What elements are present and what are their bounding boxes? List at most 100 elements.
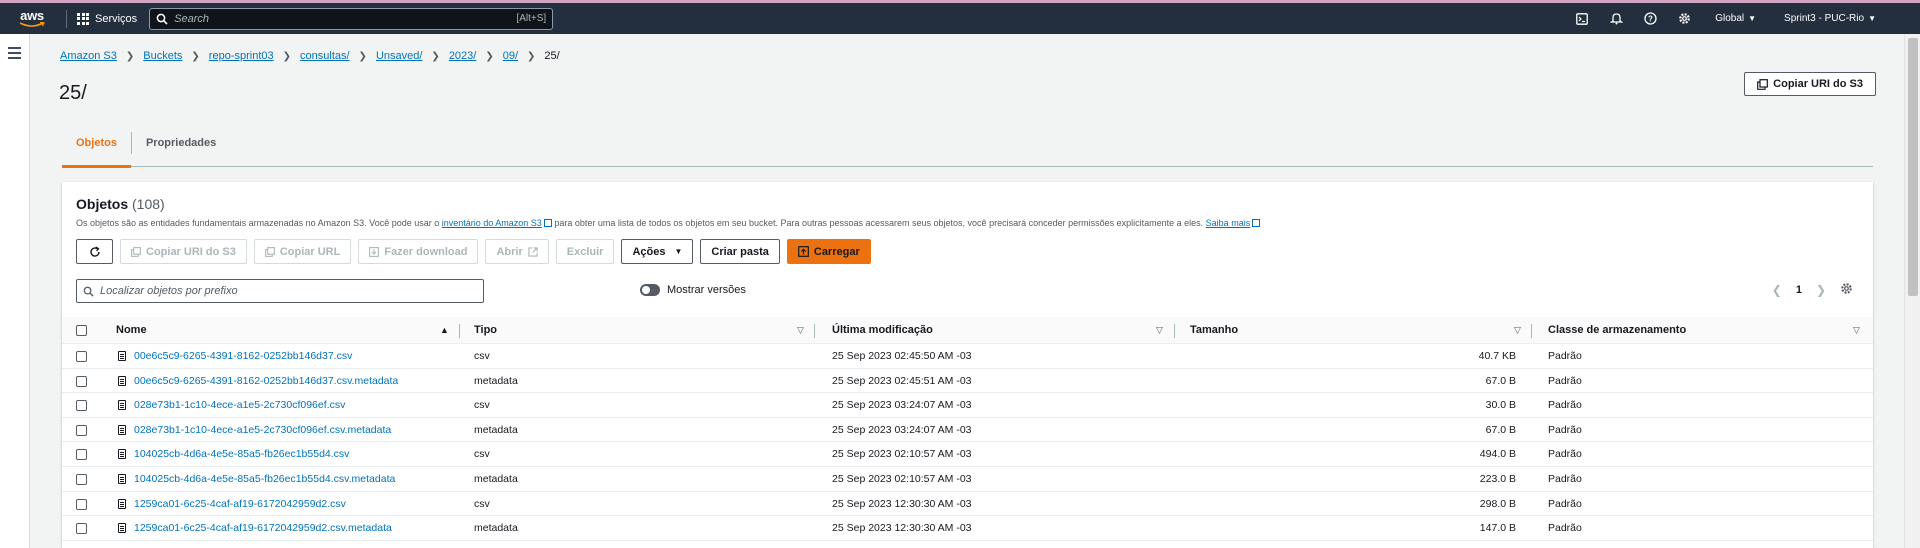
object-size: 223.0 B bbox=[1479, 473, 1516, 485]
table-row[interactable]: 00e6c5c9-6265-4391-8162-0252bb146d37.csv… bbox=[62, 369, 1873, 394]
prefix-search-placeholder: Localizar objetos por prefixo bbox=[100, 285, 238, 297]
column-divider[interactable] bbox=[1531, 324, 1532, 338]
column-header-name[interactable]: Nome bbox=[116, 317, 147, 344]
object-size: 30.0 B bbox=[1485, 399, 1516, 412]
bell-icon[interactable] bbox=[1599, 12, 1633, 25]
breadcrumb-item[interactable]: 09/ bbox=[503, 50, 518, 62]
row-checkbox[interactable] bbox=[76, 400, 87, 412]
smile-icon bbox=[19, 21, 45, 27]
table-row[interactable]: 028e73b1-1c10-4ece-a1e5-2c730cf096ef.csv… bbox=[62, 393, 1873, 418]
create-folder-button[interactable]: Criar pasta bbox=[700, 239, 780, 264]
object-name-link[interactable]: 028e73b1-1c10-4ece-a1e5-2c730cf096ef.csv… bbox=[134, 418, 391, 442]
open-label: Abrir bbox=[496, 245, 523, 258]
object-name-link[interactable]: 1259ca01-6c25-4caf-af19-6172042959d2.csv… bbox=[134, 516, 392, 540]
file-icon bbox=[118, 449, 126, 460]
table-row[interactable]: 1259ca01-6c25-4caf-af19-6172042959d2.csv… bbox=[62, 516, 1873, 541]
sort-icon[interactable]: ▽ bbox=[797, 317, 804, 344]
column-divider[interactable] bbox=[814, 324, 815, 338]
cloudshell-icon[interactable] bbox=[1565, 12, 1599, 25]
object-name-link[interactable]: 028e73b1-1c10-4ece-a1e5-2c730cf096ef.csv bbox=[134, 393, 345, 417]
aws-logo[interactable]: aws bbox=[12, 9, 52, 28]
region-selector[interactable]: Global ▼ bbox=[1701, 13, 1770, 24]
column-header-storage-class[interactable]: Classe de armazenamento bbox=[1548, 317, 1686, 344]
row-checkbox[interactable] bbox=[76, 449, 87, 461]
table-row[interactable]: 104025cb-4d6a-4e5e-85a5-fb26ec1b55d4.csv… bbox=[62, 467, 1873, 492]
open-button[interactable]: Abrir bbox=[485, 239, 549, 264]
page-scrollbar[interactable] bbox=[1904, 34, 1920, 548]
object-name-link[interactable]: 00e6c5c9-6265-4391-8162-0252bb146d37.csv… bbox=[134, 369, 398, 393]
sort-icon[interactable]: ▽ bbox=[1514, 317, 1521, 344]
services-menu[interactable]: Serviços bbox=[77, 12, 138, 25]
object-last-modified: 25 Sep 2023 02:10:57 AM -03 bbox=[832, 448, 972, 461]
row-checkbox[interactable] bbox=[76, 474, 87, 485]
object-type: metadata bbox=[474, 423, 518, 436]
tab-propriedades[interactable]: Propriedades bbox=[132, 128, 230, 167]
page-number[interactable]: 1 bbox=[1796, 284, 1802, 296]
table-row[interactable]: 00e6c5c9-6265-4391-8162-0252bb146d37.csv… bbox=[62, 344, 1873, 369]
object-name-link[interactable]: 00e6c5c9-6265-4391-8162-0252bb146d37.csv bbox=[134, 344, 352, 368]
breadcrumb-item[interactable]: repo-sprint03 bbox=[209, 50, 274, 62]
row-checkbox[interactable] bbox=[76, 424, 87, 436]
sort-icon[interactable]: ▽ bbox=[1156, 317, 1163, 344]
column-header-size[interactable]: Tamanho bbox=[1190, 317, 1238, 344]
learn-more-link[interactable]: Saiba mais bbox=[1206, 218, 1251, 228]
breadcrumb-item[interactable]: 2023/ bbox=[449, 50, 477, 62]
breadcrumb-item[interactable]: Buckets bbox=[143, 50, 182, 62]
menu-icon[interactable] bbox=[8, 47, 21, 62]
column-header-last-modified[interactable]: Última modificação bbox=[832, 317, 933, 344]
object-storage-class: Padrão bbox=[1548, 350, 1582, 362]
description-text: para obter uma lista de todos os objetos… bbox=[551, 218, 1206, 228]
row-checkbox[interactable] bbox=[76, 498, 87, 510]
tab-objetos[interactable]: Objetos bbox=[62, 128, 131, 168]
chevron-right-icon: ❯ bbox=[282, 50, 292, 62]
inventory-link[interactable]: inventário do Amazon S3 bbox=[442, 218, 542, 228]
column-divider[interactable] bbox=[1174, 324, 1175, 338]
search-icon bbox=[83, 286, 94, 297]
delete-label: Excluir bbox=[566, 245, 604, 258]
refresh-button[interactable] bbox=[76, 239, 113, 264]
breadcrumb-item[interactable]: Amazon S3 bbox=[60, 50, 117, 62]
column-header-type[interactable]: Tipo bbox=[474, 317, 497, 344]
search-placeholder: Search bbox=[174, 12, 210, 25]
copy-s3-uri-button[interactable]: Copiar URI do S3 bbox=[120, 239, 247, 264]
object-name-link[interactable]: 104025cb-4d6a-4e5e-85a5-fb26ec1b55d4.csv… bbox=[134, 467, 395, 491]
actions-dropdown[interactable]: Ações ▼ bbox=[621, 239, 694, 264]
tabs: Objetos Propriedades bbox=[62, 128, 1873, 168]
object-storage-class: Padrão bbox=[1548, 497, 1582, 510]
row-checkbox[interactable] bbox=[76, 375, 87, 387]
upload-button[interactable]: Carregar bbox=[786, 239, 871, 264]
row-checkbox[interactable] bbox=[76, 351, 87, 362]
column-divider[interactable] bbox=[459, 324, 460, 338]
show-versions-toggle[interactable]: Mostrar versões bbox=[640, 284, 746, 296]
sort-icon[interactable]: ▽ bbox=[1853, 317, 1860, 344]
chevron-left-icon[interactable]: ❮ bbox=[1772, 283, 1782, 297]
chevron-right-icon[interactable]: ❯ bbox=[1816, 283, 1826, 297]
breadcrumb-item[interactable]: consultas/ bbox=[300, 50, 350, 62]
help-icon[interactable]: ? bbox=[1633, 12, 1667, 25]
object-name-link[interactable]: 1259ca01-6c25-4caf-af19-6172042959d2.csv bbox=[134, 492, 346, 516]
prefix-search-input[interactable]: Localizar objetos por prefixo bbox=[76, 279, 484, 303]
select-all-checkbox[interactable] bbox=[76, 325, 87, 336]
table-row[interactable]: 104025cb-4d6a-4e5e-85a5-fb26ec1b55d4.csv… bbox=[62, 442, 1873, 467]
caret-down-icon: ▼ bbox=[1868, 14, 1876, 23]
delete-button[interactable]: Excluir bbox=[555, 239, 615, 264]
row-checkbox[interactable] bbox=[76, 523, 87, 535]
object-name-link[interactable]: 104025cb-4d6a-4e5e-85a5-fb26ec1b55d4.csv bbox=[134, 442, 349, 466]
scrollbar-thumb[interactable] bbox=[1908, 38, 1918, 296]
gear-icon[interactable] bbox=[1840, 282, 1853, 298]
copy-s3-uri-button[interactable]: Copiar URI do S3 bbox=[1744, 72, 1876, 96]
breadcrumb-item[interactable]: Unsaved/ bbox=[376, 50, 422, 62]
sort-ascending-icon[interactable]: ▲ bbox=[440, 317, 449, 344]
account-menu[interactable]: Sprint3 - PUC-Rio ▼ bbox=[1770, 13, 1890, 24]
gear-icon[interactable] bbox=[1667, 12, 1701, 25]
object-last-modified: 25 Sep 2023 02:45:51 AM -03 bbox=[832, 374, 972, 387]
actions-toolbar: Copiar URI do S3 Copiar URL Fazer downlo… bbox=[76, 239, 871, 264]
download-button[interactable]: Fazer download bbox=[358, 239, 479, 264]
object-storage-class: Padrão bbox=[1548, 448, 1582, 461]
copy-url-button[interactable]: Copiar URL bbox=[253, 239, 352, 264]
toggle-switch[interactable] bbox=[640, 284, 660, 296]
table-row[interactable]: 028e73b1-1c10-4ece-a1e5-2c730cf096ef.csv… bbox=[62, 418, 1873, 443]
table-row[interactable]: 1259ca01-6c25-4caf-af19-6172042959d2.csv… bbox=[62, 492, 1873, 517]
services-label: Serviços bbox=[95, 12, 138, 25]
search-input[interactable]: Search [Alt+S] bbox=[149, 7, 554, 30]
